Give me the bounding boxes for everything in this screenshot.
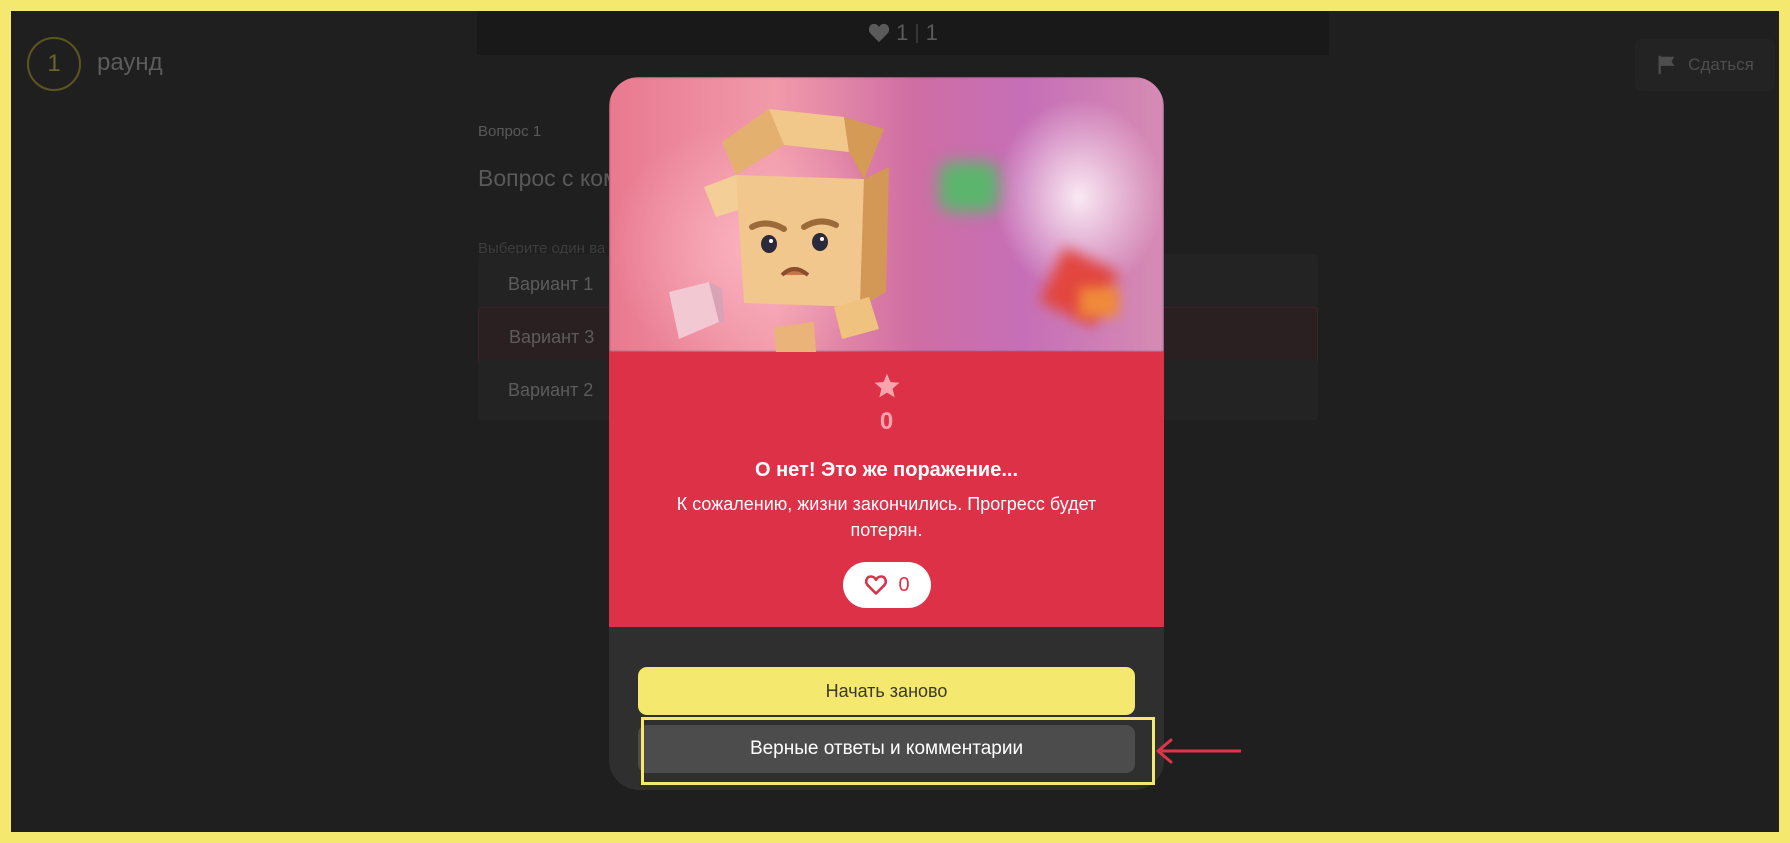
round-number-badge: 1 <box>27 37 81 91</box>
highlight-frame <box>641 717 1155 785</box>
defeat-illustration <box>609 77 1164 352</box>
defeat-modal: 0 О нет! Это же поражение... К сожалению… <box>609 77 1164 790</box>
restart-button[interactable]: Начать заново <box>638 667 1135 715</box>
surrender-button[interactable]: Сдаться <box>1635 39 1775 91</box>
lives-remaining-badge: 0 <box>843 562 931 608</box>
flag-icon <box>1658 55 1675 75</box>
lives-separator: | <box>914 21 920 44</box>
question-number: Вопрос 1 <box>478 123 542 140</box>
score-value: 0 <box>879 408 894 435</box>
lives-total: 1 <box>925 20 938 45</box>
arrow-left-icon <box>1156 738 1241 764</box>
defeat-title: О нет! Это же поражение... <box>754 459 1019 481</box>
lives-indicator: 1 | 1 <box>477 11 1329 55</box>
defeat-panel: 0 О нет! Это же поражение... К сожалению… <box>609 352 1164 627</box>
round-label: раунд <box>97 49 163 76</box>
heart-outline-icon <box>865 575 888 595</box>
lives-current: 1 <box>896 20 909 45</box>
star-icon <box>874 373 900 398</box>
lives-remaining-count: 0 <box>898 573 910 596</box>
heart-icon <box>869 23 890 43</box>
surrender-label: Сдаться <box>1688 55 1754 74</box>
sad-box-character-image <box>669 109 889 352</box>
defeat-message: К сожалению, жизни закончились. Прогресс… <box>676 494 1097 540</box>
